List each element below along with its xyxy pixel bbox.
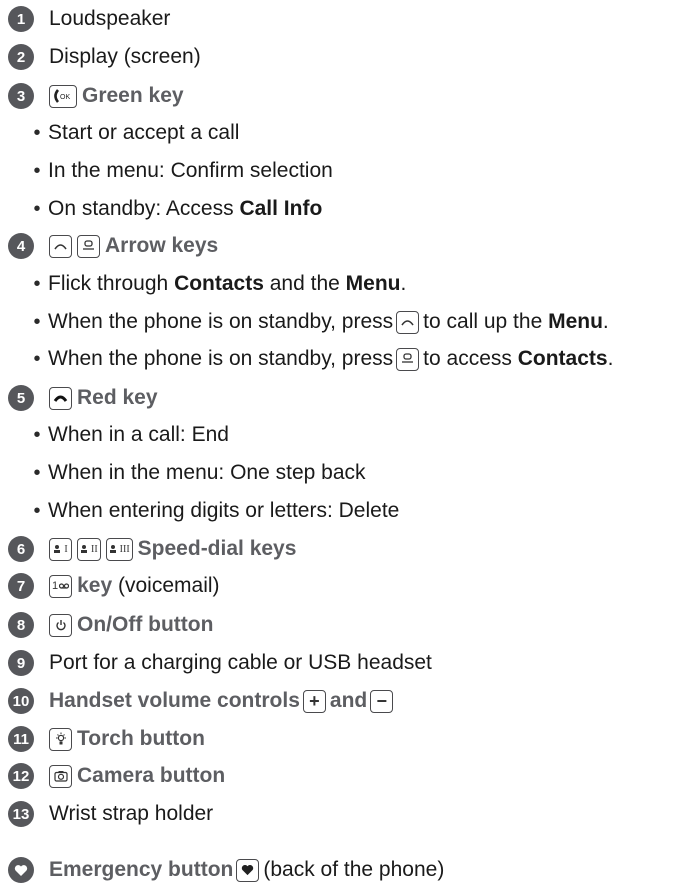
number-badge: 5 — [8, 385, 34, 411]
item-label: Camera button — [77, 764, 226, 787]
bullet-text: . — [400, 272, 407, 295]
speed-dial-key-3-icon: III — [105, 537, 133, 561]
bullet-marker: • — [33, 347, 41, 370]
number-badge: 9 — [8, 650, 34, 676]
bullet-marker: • — [33, 197, 41, 220]
bullet-bold-text: Call Info — [239, 197, 323, 220]
bullet-bold-text: Contacts — [517, 347, 608, 370]
voicemail-key-digit: 1 — [52, 580, 59, 592]
item-label: Wrist strap holder — [49, 802, 214, 825]
bullet-text: When the phone is on standby, press — [48, 347, 394, 370]
item-label: Green key — [82, 84, 184, 107]
bullet-bold-text: Menu — [548, 310, 603, 333]
bullet-text: When the phone is on standby, press — [48, 310, 394, 333]
bullet-marker: • — [33, 423, 41, 446]
power-icon — [49, 613, 72, 637]
arrow-down-key-icon — [396, 347, 420, 371]
item-label: Loudspeaker — [49, 7, 171, 30]
bullet-bold-text: Menu — [345, 272, 401, 295]
number-badge: 13 — [8, 801, 34, 827]
heart-key-icon — [236, 858, 260, 882]
number-badge: 4 — [8, 233, 34, 259]
number-badge: 11 — [8, 726, 34, 752]
bullet-marker: • — [33, 159, 41, 182]
torch-icon — [49, 727, 72, 751]
item-label: Port for a charging cable or USB headset — [49, 651, 432, 674]
item-label: Display (screen) — [49, 45, 201, 68]
item-label: Handset volume controls — [49, 689, 300, 712]
red-key-icon — [49, 386, 72, 410]
number-badge: 10 — [8, 688, 34, 714]
item-label-suffix: (back of the phone) — [263, 858, 445, 881]
plus-icon: + — [302, 689, 326, 713]
bullet-text: Flick through — [48, 272, 175, 295]
item-label: On/Off button — [77, 613, 214, 636]
item-label: key — [77, 574, 113, 597]
bullet-text: In the menu: Confirm selection — [48, 159, 333, 182]
speed-dial-key-2-icon: II — [77, 537, 101, 561]
number-badge: 8 — [8, 612, 34, 638]
voicemail-key-icon: 1 — [49, 574, 73, 598]
number-badge: 7 — [8, 573, 34, 599]
speed-dial-key-1-label: I — [64, 543, 68, 555]
bullet-marker: • — [33, 461, 41, 484]
speed-dial-key-2-label: II — [91, 543, 98, 555]
item-label: Red key — [77, 386, 158, 409]
bullet-text: to access — [423, 347, 518, 370]
green-key-ok-text: OK — [60, 94, 70, 101]
bullet-text: When entering digits or letters: Delete — [48, 499, 400, 522]
number-badge: 6 — [8, 536, 34, 562]
bullet-bold-text: Contacts — [174, 272, 264, 295]
bullet-text: . — [607, 347, 614, 370]
item-label: Arrow keys — [105, 234, 219, 257]
bullet-text: . — [602, 310, 609, 333]
bullet-marker: • — [33, 499, 41, 522]
speed-dial-key-3-label: III — [119, 543, 130, 555]
bullet-marker: • — [33, 121, 41, 144]
number-badge: 1 — [8, 6, 34, 32]
camera-icon — [49, 764, 72, 788]
arrow-up-key-icon — [49, 234, 72, 258]
speed-dial-key-1-icon: I — [49, 537, 72, 561]
and-text: and — [329, 689, 368, 712]
bullet-marker: • — [33, 272, 41, 295]
bullet-marker: • — [33, 310, 41, 333]
heart-badge-icon — [8, 857, 34, 883]
arrow-up-key-icon — [396, 310, 420, 334]
item-label: Speed-dial keys — [137, 537, 297, 560]
number-badge: 3 — [8, 83, 34, 109]
arrow-down-key-icon — [77, 234, 100, 258]
bullet-text: When in the menu: One step back — [48, 461, 366, 484]
green-key-icon: OK — [49, 84, 77, 108]
bullet-text: and the — [263, 272, 346, 295]
number-badge: 12 — [8, 763, 34, 789]
bullet-text: When in a call: End — [48, 423, 229, 446]
item-label: Emergency button — [49, 858, 234, 881]
bullet-text: On standby: Access — [48, 197, 240, 220]
minus-icon: − — [370, 689, 394, 713]
bullet-text: to call up the — [423, 310, 549, 333]
number-badge: 2 — [8, 44, 34, 70]
item-label: Torch button — [77, 727, 205, 750]
bullet-text: Start or accept a call — [48, 121, 240, 144]
item-label-suffix: (voicemail) — [112, 574, 220, 597]
